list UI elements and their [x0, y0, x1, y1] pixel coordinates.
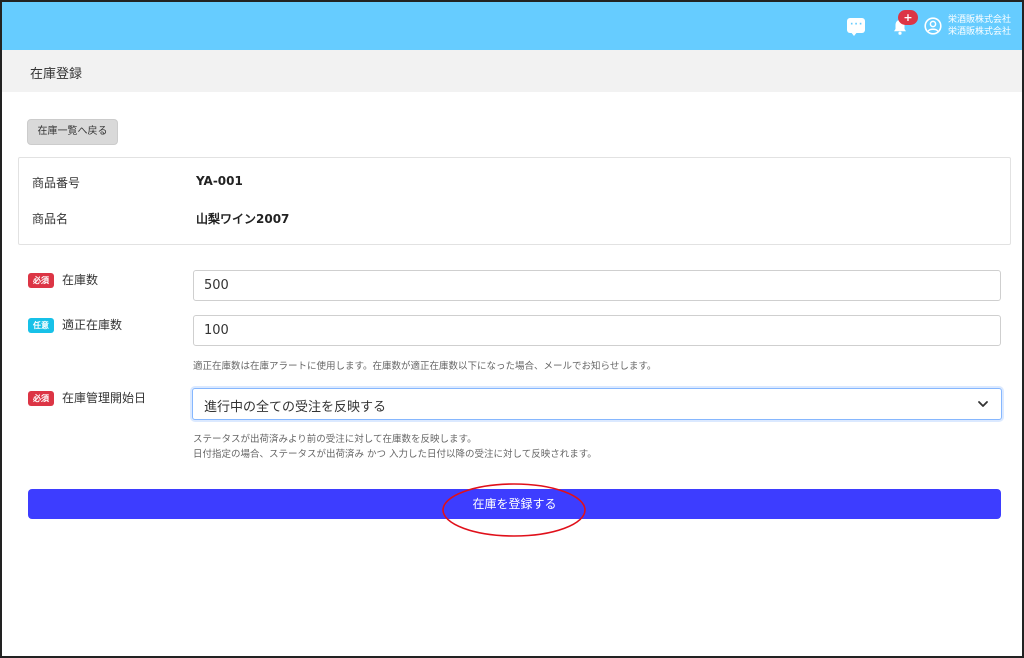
stock-start-date-label: 在庫管理開始日 [62, 391, 147, 405]
company-name[interactable]: 栄酒販株式会社 栄酒販株式会社 [948, 14, 1011, 38]
company-name-line2: 栄酒販株式会社 [948, 27, 1012, 37]
product-name-label: 商品名 [32, 212, 69, 226]
stock-quantity-label: 在庫数 [62, 273, 99, 287]
chevron-down-icon [978, 401, 988, 407]
annotation-ellipse [442, 483, 586, 537]
page-title-bar: 在庫登録 [2, 50, 1022, 92]
chat-icon[interactable]: ··· [847, 18, 865, 36]
required-badge: 必須 [28, 273, 54, 288]
app-window: ··· + 栄酒販株式会社 栄酒販株式会社 在庫登録 在庫一覧へ戻る 商品番号 … [0, 0, 1024, 658]
product-info-card: 商品番号 YA-001 商品名 山梨ワイン2007 [18, 157, 1011, 245]
required-badge: 必須 [28, 391, 54, 406]
product-number-label: 商品番号 [32, 176, 81, 190]
top-header-bar: ··· + 栄酒販株式会社 栄酒販株式会社 [2, 2, 1022, 50]
stock-quantity-input[interactable] [193, 270, 1001, 301]
stock-start-date-select[interactable]: 進行中の全ての受注を反映する [192, 388, 1002, 420]
user-circle-icon[interactable] [924, 17, 942, 35]
product-name-value: 山梨ワイン2007 [196, 212, 290, 226]
product-number-value: YA-001 [196, 174, 243, 188]
start-date-help-line1: ステータスが出荷済みより前の受注に対して在庫数を反映します。 [193, 434, 477, 445]
select-value: 進行中の全ての受注を反映する [204, 400, 387, 415]
proper-stock-help: 適正在庫数は在庫アラートに使用します。在庫数が適正在庫数以下になった場合、メール… [193, 361, 657, 372]
back-to-stock-list-button[interactable]: 在庫一覧へ戻る [27, 119, 118, 145]
company-name-line1: 栄酒販株式会社 [948, 15, 1012, 25]
notification-badge: + [898, 10, 918, 25]
proper-stock-input[interactable] [193, 315, 1001, 346]
page-title: 在庫登録 [30, 67, 83, 82]
optional-badge: 任意 [28, 318, 54, 333]
start-date-help-line2: 日付指定の場合、ステータスが出荷済み かつ 入力した日付以降の受注に対して反映さ… [193, 449, 597, 460]
proper-stock-label: 適正在庫数 [62, 318, 123, 332]
